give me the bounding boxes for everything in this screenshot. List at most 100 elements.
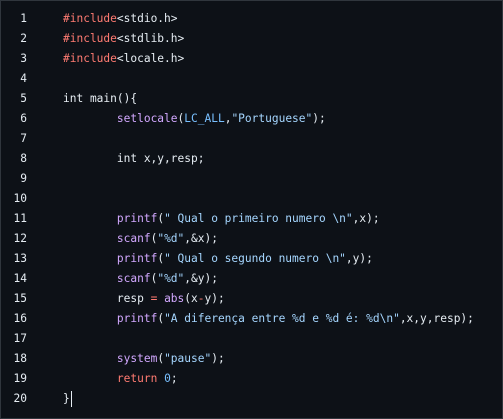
code-token: ,&x);: [184, 232, 218, 245]
code-text: int x,y,resp;: [27, 149, 205, 169]
code-token: "A diferença entre %d e %d é: %d\n": [164, 312, 400, 325]
line-number: 1: [20, 12, 27, 25]
code-line[interactable]: 17: [1, 329, 502, 349]
code-token: ,&y);: [184, 272, 218, 285]
code-token: ;: [170, 372, 178, 385]
code-text: resp = abs(x-y);: [27, 289, 225, 309]
code-text: #include<stdlib.h>: [27, 29, 184, 49]
code-line[interactable]: 2 #include<stdlib.h>: [1, 29, 502, 49]
line-number: 13: [13, 252, 27, 265]
code-token: <stdio.h>: [116, 12, 178, 25]
code-text: #include<stdio.h>: [27, 9, 178, 29]
code-token: <stdlib.h>: [116, 32, 185, 45]
code-text: int main(){: [27, 89, 137, 109]
line-number: 8: [20, 152, 27, 165]
line-number: 14: [13, 272, 27, 285]
code-text: scanf("%d",&x);: [27, 229, 218, 249]
code-token: printf: [116, 312, 158, 325]
code-token: ,y);: [345, 252, 373, 265]
code-token: scanf: [116, 272, 151, 285]
line-number: 5: [20, 92, 27, 105]
code-line[interactable]: 5 int main(){: [1, 89, 502, 109]
code-token: "%d": [157, 232, 185, 245]
code-token: ,x,y,resp);: [399, 312, 474, 325]
code-line[interactable]: 3 #include<locale.h>: [1, 49, 502, 69]
code-token: resp: [63, 292, 151, 305]
code-line[interactable]: 11 printf(" Qual o primeiro numero \n",x…: [1, 209, 502, 229]
code-line[interactable]: 15 resp = abs(x-y);: [1, 289, 502, 309]
code-token: "pause": [164, 352, 212, 365]
line-number: 3: [20, 52, 27, 65]
code-text: printf(" Qual o segundo numero \n",y);: [27, 249, 373, 269]
code-token: <locale.h>: [116, 52, 185, 65]
code-line[interactable]: 8 int x,y,resp;: [1, 149, 502, 169]
code-token: ,x);: [352, 212, 380, 225]
code-line[interactable]: 6 setlocale(LC_ALL,"Portuguese");: [1, 109, 502, 129]
code-text: printf("A diferença entre %d e %d é: %d\…: [27, 309, 474, 329]
code-line[interactable]: 20}: [1, 389, 502, 409]
code-token: LC_ALL: [184, 112, 225, 125]
code-text: setlocale(LC_ALL,"Portuguese");: [27, 109, 326, 129]
code-token: int main(){: [63, 92, 138, 105]
code-token: );: [211, 352, 225, 365]
code-area[interactable]: 1 #include<stdio.h> 2 #include<stdlib.h> 3 #i…: [1, 9, 502, 409]
code-token: }: [63, 392, 70, 405]
code-token: 0: [164, 372, 171, 385]
code-token: scanf: [116, 232, 151, 245]
line-number: 11: [13, 212, 27, 225]
code-line[interactable]: 19 return 0;: [1, 369, 502, 389]
line-number: 12: [13, 232, 27, 245]
line-number: 4: [20, 72, 27, 85]
code-text: scanf("%d",&y);: [27, 269, 218, 289]
code-editor[interactable]: 1 #include<stdio.h> 2 #include<stdlib.h> 3 #i…: [0, 0, 503, 419]
code-line[interactable]: 9: [1, 169, 502, 189]
line-number: 9: [20, 172, 27, 185]
line-number: 20: [13, 392, 27, 405]
line-number: 15: [13, 292, 27, 305]
line-number: 7: [20, 132, 27, 145]
code-line[interactable]: 14 scanf("%d",&y);: [1, 269, 502, 289]
text-cursor: [70, 391, 72, 407]
line-number: 17: [13, 332, 27, 345]
code-line[interactable]: 12 scanf("%d",&x);: [1, 229, 502, 249]
code-token: " Qual o primeiro numero \n": [164, 212, 353, 225]
code-line[interactable]: 1 #include<stdio.h>: [1, 9, 502, 29]
code-line[interactable]: 18 system("pause");: [1, 349, 502, 369]
code-token: printf: [116, 212, 158, 225]
code-token: int x,y,resp;: [63, 152, 205, 165]
line-number: 18: [13, 352, 27, 365]
line-number: 16: [13, 312, 27, 325]
code-token: abs: [164, 292, 185, 305]
code-line[interactable]: 4: [1, 69, 502, 89]
code-text: }: [27, 389, 72, 409]
code-token: #include: [63, 52, 117, 65]
code-token: y);: [204, 292, 225, 305]
code-token: #include: [63, 12, 117, 25]
code-token: -: [197, 292, 205, 305]
code-token: "%d": [157, 272, 185, 285]
code-text: return 0;: [27, 369, 178, 389]
code-line[interactable]: 13 printf(" Qual o segundo numero \n",y)…: [1, 249, 502, 269]
code-token: " Qual o segundo numero \n": [164, 252, 346, 265]
code-token: setlocale: [116, 112, 178, 125]
code-text: system("pause");: [27, 349, 225, 369]
line-number: 2: [20, 32, 27, 45]
code-line[interactable]: 10: [1, 189, 502, 209]
code-token: "Portuguese": [231, 112, 313, 125]
code-line[interactable]: 16 printf("A diferença entre %d e %d é: …: [1, 309, 502, 329]
line-number: 19: [13, 372, 27, 385]
code-token: system: [116, 352, 158, 365]
code-line[interactable]: 7: [1, 129, 502, 149]
